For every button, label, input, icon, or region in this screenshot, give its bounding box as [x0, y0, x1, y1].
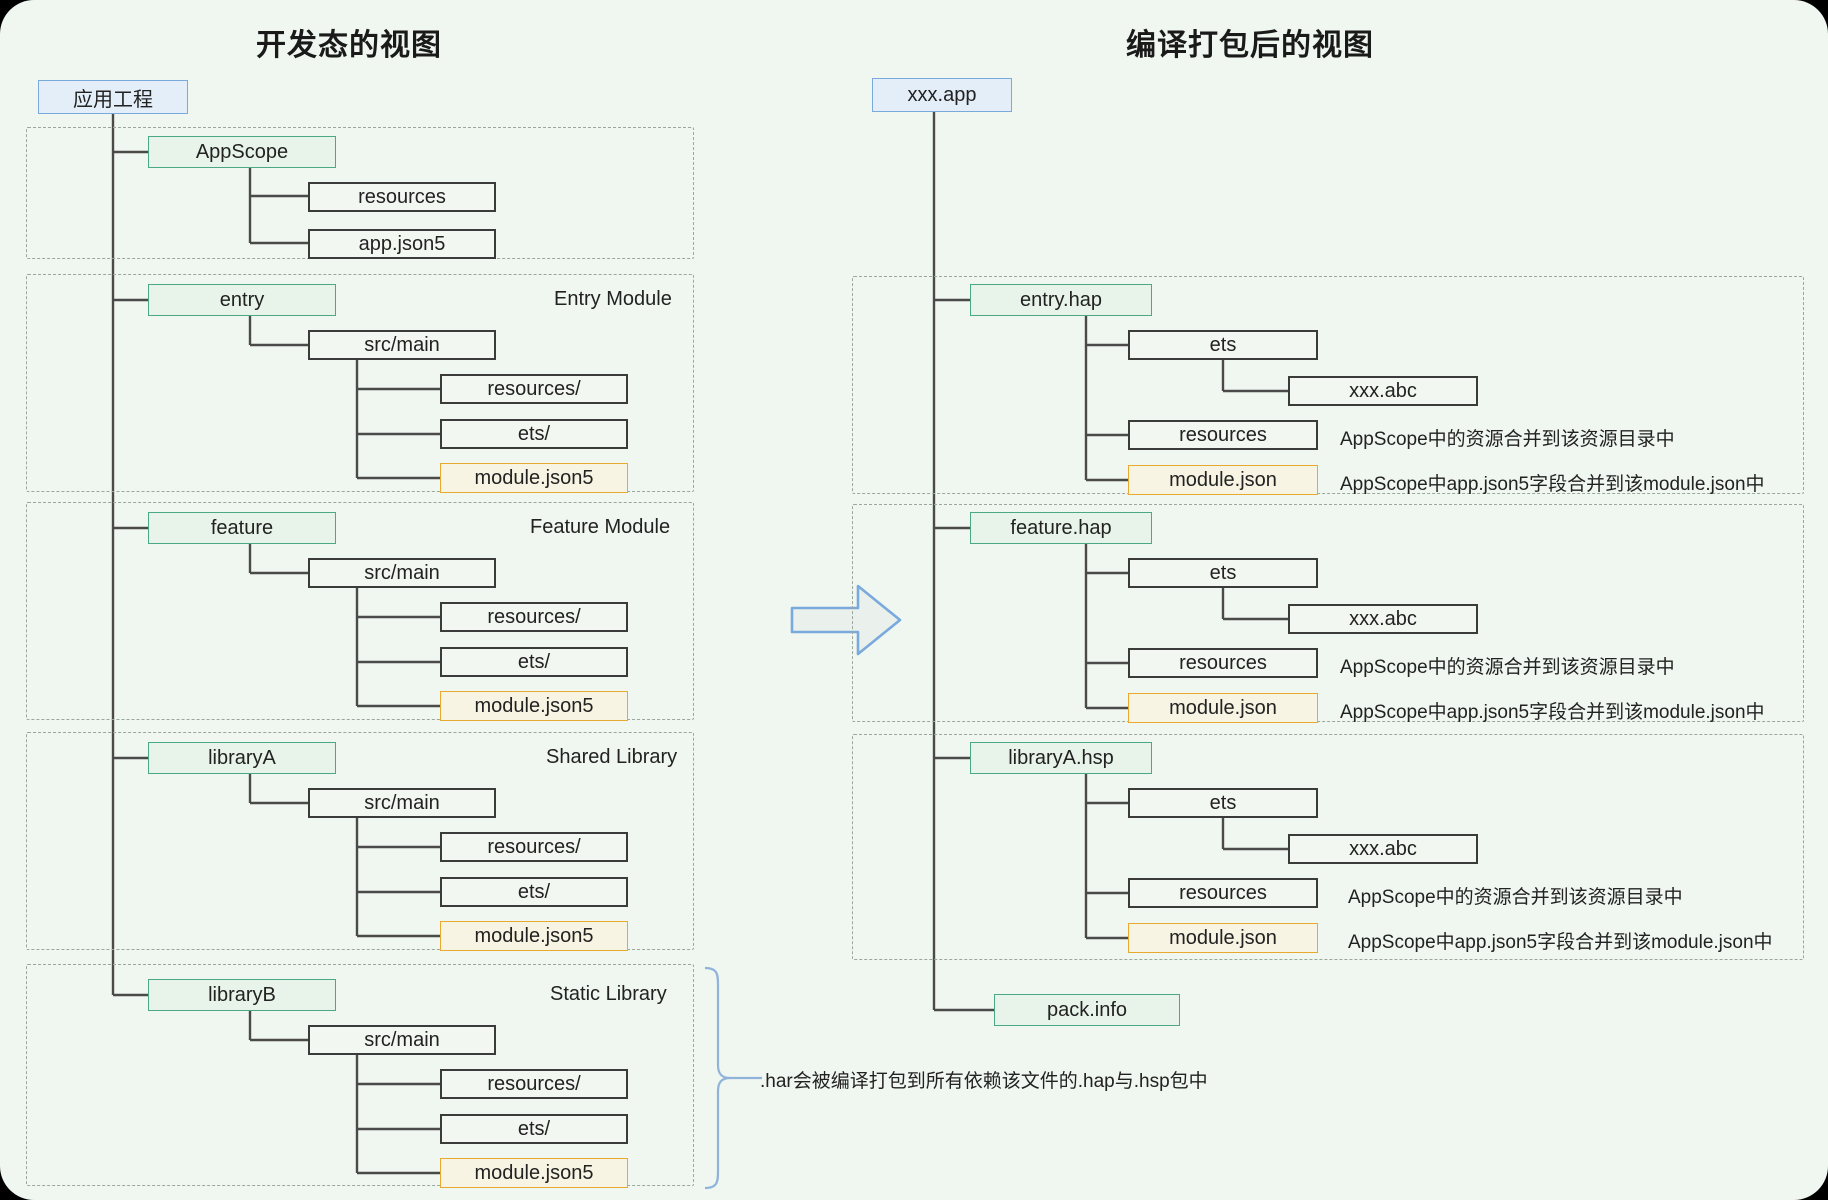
note-librarya-hsp-resources: AppScope中的资源合并到该资源目录中 — [1348, 887, 1683, 908]
group-label-feature: Feature Module — [530, 516, 671, 538]
node-libraryb-modulejson5[interactable]: module.json5 — [440, 1158, 628, 1188]
note-feature-hap-resources: AppScope中的资源合并到该资源目录中 — [1340, 657, 1675, 678]
node-librarya-resources[interactable]: resources/ — [440, 832, 628, 862]
node-feature-hap-resources[interactable]: resources — [1128, 648, 1318, 678]
node-entry-hap[interactable]: entry.hap — [970, 284, 1152, 316]
node-entry-srcmain[interactable]: src/main — [308, 330, 496, 360]
note-librarya-hsp-module: AppScope中app.json5字段合并到该module.json中 — [1348, 932, 1773, 953]
node-librarya-hsp-module[interactable]: module.json — [1128, 923, 1318, 953]
node-libraryb-srcmain[interactable]: src/main — [308, 1025, 496, 1055]
node-feature-hap[interactable]: feature.hap — [970, 512, 1152, 544]
node-librarya-hsp[interactable]: libraryA.hsp — [970, 742, 1152, 774]
node-appscope-resources[interactable]: resources — [308, 182, 496, 212]
node-entry-resources[interactable]: resources/ — [440, 374, 628, 404]
node-entry-hap-resources[interactable]: resources — [1128, 420, 1318, 450]
node-feature-hap-ets[interactable]: ets — [1128, 558, 1318, 588]
har-note: .har会被编译打包到所有依赖该文件的.hap与.hsp包中 — [760, 1071, 1208, 1092]
node-librarya-hsp-resources[interactable]: resources — [1128, 878, 1318, 908]
node-pack-info[interactable]: pack.info — [994, 994, 1180, 1026]
node-entry-hap-ets[interactable]: ets — [1128, 330, 1318, 360]
group-label-librarya: Shared Library — [546, 746, 678, 768]
node-libraryb-resources[interactable]: resources/ — [440, 1069, 628, 1099]
node-entry-hap-module[interactable]: module.json — [1128, 465, 1318, 495]
note-entry-hap-module: AppScope中app.json5字段合并到该module.json中 — [1340, 474, 1765, 495]
node-librarya-modulejson5[interactable]: module.json5 — [440, 921, 628, 951]
node-feature-resources[interactable]: resources/ — [440, 602, 628, 632]
node-feature-hap-module[interactable]: module.json — [1128, 693, 1318, 723]
left-panel-title: 开发态的视图 — [256, 29, 442, 62]
node-feature[interactable]: feature — [148, 512, 336, 544]
right-panel-title: 编译打包后的视图 — [1126, 29, 1374, 62]
note-entry-hap-resources: AppScope中的资源合并到该资源目录中 — [1340, 429, 1675, 450]
node-feature-modulejson5[interactable]: module.json5 — [440, 691, 628, 721]
node-appscope[interactable]: AppScope — [148, 136, 336, 168]
node-entry-ets[interactable]: ets/ — [440, 419, 628, 449]
node-librarya[interactable]: libraryA — [148, 742, 336, 774]
node-entry[interactable]: entry — [148, 284, 336, 316]
node-librarya-srcmain[interactable]: src/main — [308, 788, 496, 818]
node-libraryb[interactable]: libraryB — [148, 979, 336, 1011]
right-root-node[interactable]: xxx.app — [872, 78, 1012, 112]
node-librarya-ets[interactable]: ets/ — [440, 877, 628, 907]
node-librarya-hsp-ets[interactable]: ets — [1128, 788, 1318, 818]
node-appscope-appjson5[interactable]: app.json5 — [308, 229, 496, 259]
node-feature-hap-abc[interactable]: xxx.abc — [1288, 604, 1478, 634]
node-libraryb-ets[interactable]: ets/ — [440, 1114, 628, 1144]
node-librarya-hsp-abc[interactable]: xxx.abc — [1288, 834, 1478, 864]
node-feature-ets[interactable]: ets/ — [440, 647, 628, 677]
note-feature-hap-module: AppScope中app.json5字段合并到该module.json中 — [1340, 702, 1765, 723]
node-entry-hap-abc[interactable]: xxx.abc — [1288, 376, 1478, 406]
diagram-canvas: 开发态的视图 编译打包后的视图 应用工程 AppScope resources … — [0, 0, 1828, 1200]
group-label-entry: Entry Module — [554, 288, 672, 310]
node-feature-srcmain[interactable]: src/main — [308, 558, 496, 588]
node-entry-modulejson5[interactable]: module.json5 — [440, 463, 628, 493]
left-root-node[interactable]: 应用工程 — [38, 80, 188, 114]
group-label-libraryb: Static Library — [550, 983, 667, 1005]
